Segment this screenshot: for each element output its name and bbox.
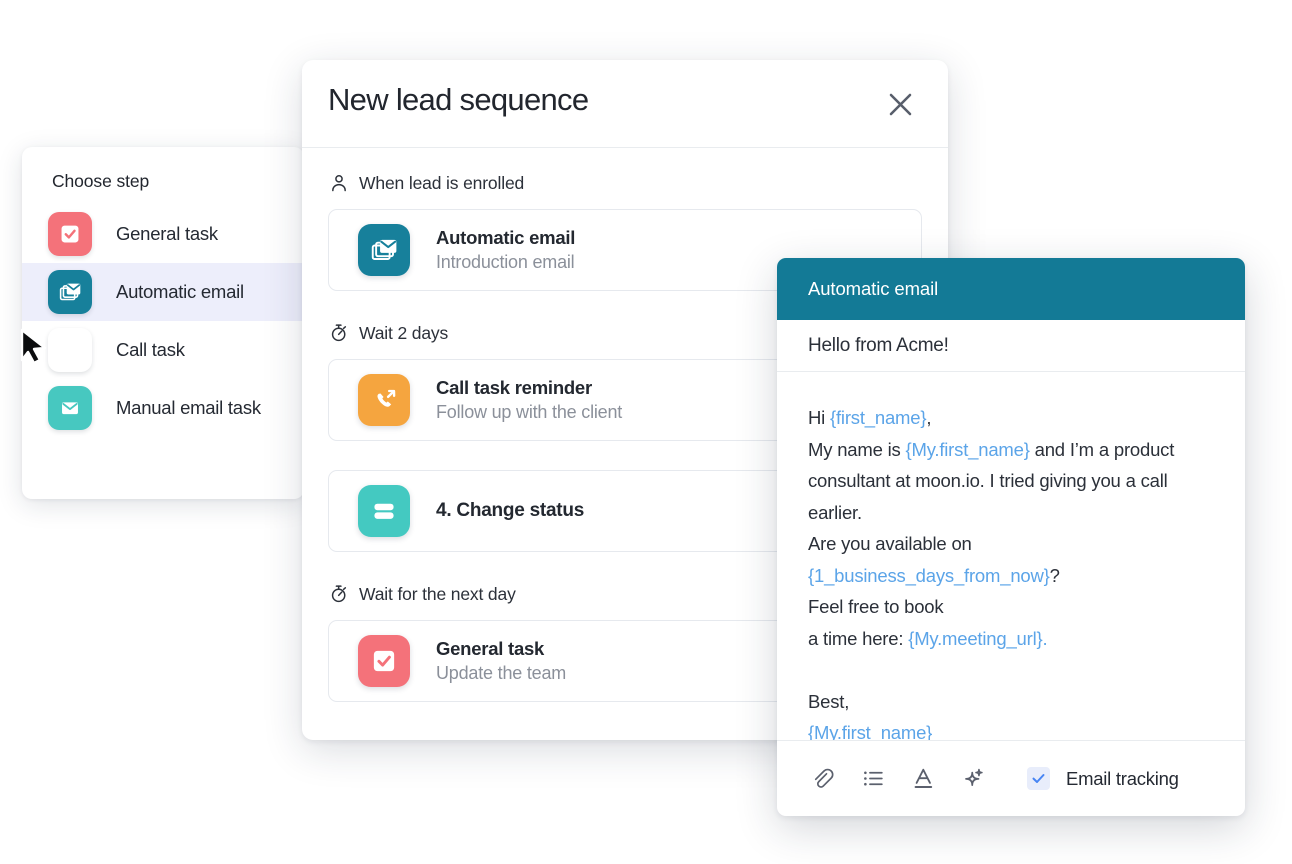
checkbox-task-icon	[61, 225, 79, 243]
step-picker-panel: Choose step General task Automatic email C…	[22, 147, 304, 499]
email-body-text: a time here:	[808, 627, 909, 649]
outgoing-call-icon	[48, 328, 92, 372]
stacked-envelope-icon	[358, 224, 410, 276]
text-color-icon	[914, 768, 932, 789]
email-merge-token: {1_business_days_from_now}	[808, 564, 1050, 586]
email-body-line: Are you available on {1_business_days_fr…	[808, 528, 1214, 591]
email-body-text: and I’m a product	[1029, 438, 1175, 460]
ai-sparkle-icon	[964, 768, 983, 787]
stacked-envelope-icon	[59, 283, 81, 301]
text-color-button[interactable]	[903, 759, 943, 799]
sequence-step-title: 4. Change status	[436, 500, 585, 522]
bullet-list-button[interactable]	[853, 759, 893, 799]
envelope-icon	[62, 402, 78, 415]
dialog-header: New lead sequence	[302, 60, 948, 148]
stopwatch-icon	[331, 585, 347, 603]
bullet-list-icon	[863, 771, 883, 786]
checkbox-task-icon	[358, 635, 410, 687]
toolbar-button-group	[803, 759, 1003, 799]
email-body-line: My name is {My.first_name} and I’m a pro…	[808, 434, 1214, 466]
stopwatch-icon	[328, 583, 350, 605]
stopwatch-icon	[328, 322, 350, 344]
email-tracking-label: Email tracking	[1066, 767, 1179, 789]
email-body-text: Are you available on	[808, 533, 972, 554]
email-body-line: a time here: {My.meeting_url}.	[808, 623, 1214, 655]
status-bars-icon	[374, 503, 394, 519]
sequence-step-text: Call task reminder Follow up with the cli…	[436, 376, 622, 424]
sequence-step-title: Automatic email	[436, 226, 576, 248]
check-icon	[1032, 774, 1045, 783]
close-button[interactable]	[882, 86, 918, 122]
email-subject-field[interactable]: Hello from Acme!	[777, 320, 1245, 372]
sequence-step-title: Call task reminder	[436, 376, 592, 398]
email-merge-token: {My.meeting_url}.	[908, 627, 1048, 649]
ai-sparkle-button[interactable]	[953, 759, 993, 799]
step-picker-item-automatic-email[interactable]: Automatic email	[22, 263, 304, 321]
email-body-text: ?	[1049, 564, 1060, 586]
step-picker-title: Choose step	[52, 171, 150, 191]
email-toolbar: Email tracking	[777, 740, 1245, 816]
email-panel-header: Automatic email	[777, 258, 1245, 320]
step-picker-item-label: Manual email task	[116, 397, 261, 418]
checkbox-task-icon	[48, 212, 92, 256]
email-body-blank-line	[808, 654, 1214, 686]
step-picker-item-general-task[interactable]: General task	[22, 205, 304, 263]
sequence-step-subtitle: Update the team	[436, 662, 567, 683]
step-picker-item-label: Call task	[116, 339, 185, 360]
automatic-email-composer-panel: Automatic email Hello from Acme! Hi {fir…	[777, 258, 1245, 816]
step-picker-list: General task Automatic email Call task Manu…	[22, 205, 304, 437]
person-icon	[332, 174, 346, 192]
sequence-group-label: Wait for the next day	[359, 583, 516, 604]
sequence-step-subtitle: Follow up with the client	[436, 401, 623, 422]
email-body-text: Best,	[808, 690, 850, 712]
email-body-line: Hi {first_name},	[808, 402, 1214, 434]
attach-button[interactable]	[803, 759, 843, 799]
email-merge-token: {My.first_name}	[905, 438, 1030, 460]
email-body-line: Best,	[808, 686, 1214, 718]
sequence-group-label: Wait 2 days	[359, 322, 449, 343]
email-merge-token: {first_name}	[830, 407, 927, 428]
sequence-step-text: 4. Change status	[436, 499, 584, 523]
close-icon	[889, 93, 911, 115]
sequence-step-text: General task Update the team	[436, 637, 566, 685]
page-title: New lead sequence	[328, 82, 589, 117]
email-body-editor[interactable]: Hi {first_name}, My name is {My.first_nam…	[777, 372, 1245, 740]
outgoing-call-icon	[377, 389, 396, 407]
email-body-text: ,	[926, 407, 932, 428]
email-body-line: {My.first_name}	[808, 717, 1214, 740]
email-body-line: consultant at moon.io. I tried giving yo…	[808, 465, 1214, 497]
outgoing-call-icon	[358, 374, 410, 426]
step-picker-item-manual-email-task[interactable]: Manual email task	[22, 379, 304, 437]
email-body-text: earlier.	[808, 501, 862, 523]
email-merge-token: {My.first_name}	[808, 722, 933, 740]
email-tracking-checkbox[interactable]: Email tracking	[1027, 767, 1179, 790]
attach-icon	[814, 768, 833, 788]
envelope-icon	[48, 386, 92, 430]
email-body-text: My name is	[808, 438, 906, 460]
checkbox-task-icon	[373, 650, 395, 672]
person-icon	[328, 172, 350, 194]
email-panel-title: Automatic email	[808, 278, 939, 299]
stacked-envelope-icon	[48, 270, 92, 314]
stacked-envelope-icon	[371, 239, 397, 260]
sequence-step-title: General task	[436, 637, 545, 659]
sequence-step-subtitle: Introduction email	[436, 251, 575, 272]
outgoing-call-icon	[64, 341, 80, 356]
sequence-step-text: Automatic email Introduction email	[436, 226, 575, 274]
email-body-text: Hi	[808, 407, 831, 428]
sequence-group-header: When lead is enrolled	[328, 170, 922, 196]
email-body-text: Feel free to book	[808, 596, 944, 617]
stopwatch-icon	[331, 324, 347, 342]
step-picker-item-label: Automatic email	[116, 281, 244, 302]
sequence-group-label: When lead is enrolled	[359, 172, 525, 193]
step-picker-item-call-task[interactable]: Call task	[22, 321, 304, 379]
email-body-line: earlier.	[808, 497, 1214, 529]
checkbox-box	[1027, 767, 1050, 790]
step-picker-item-label: General task	[116, 223, 218, 244]
email-body-line: Feel free to book	[808, 591, 1214, 623]
email-body-text: consultant at moon.io. I tried giving yo…	[808, 470, 1168, 491]
status-bars-icon	[358, 485, 410, 537]
